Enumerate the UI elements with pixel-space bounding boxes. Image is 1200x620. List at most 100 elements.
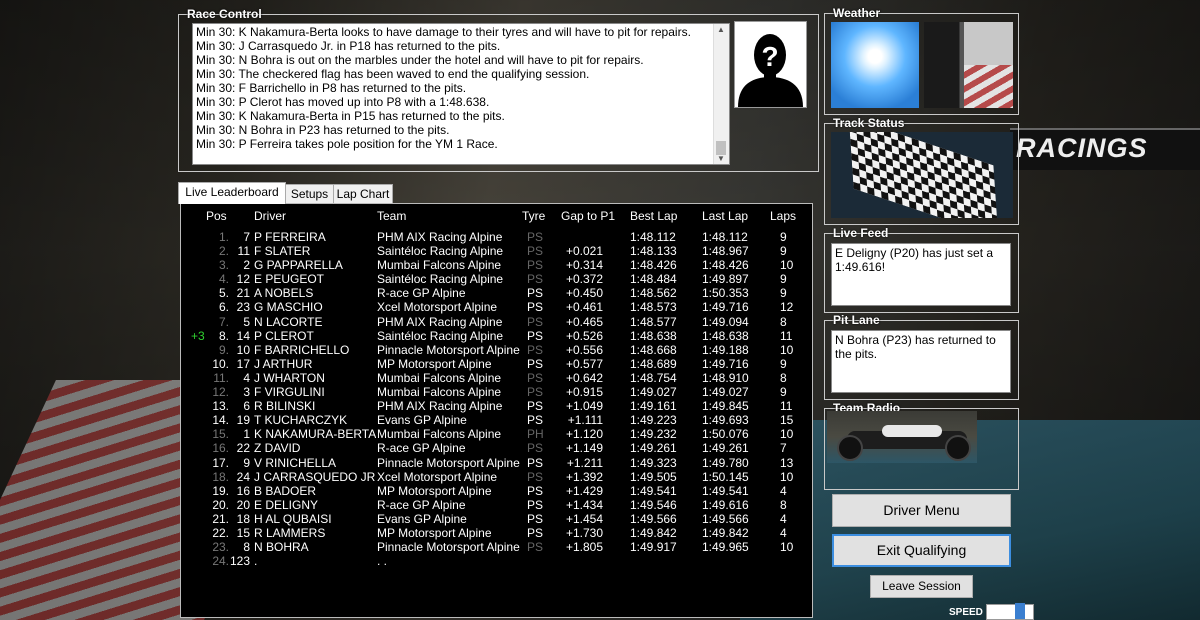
best-lap: 1:49.917 [630, 540, 677, 555]
driver-name: R BILINSKI [254, 399, 316, 414]
table-row[interactable]: 21. 18 H AL QUBAISI Evans GP Alpine PS +1.454… [181, 512, 812, 526]
speed-label: SPEED [949, 607, 983, 618]
lap-count: 10 [780, 427, 794, 442]
table-row[interactable]: 23. 8 N BOHRA Pinnacle Motorsport Alpine PS +… [181, 540, 812, 554]
last-lap: 1:49.845 [702, 399, 749, 414]
table-row[interactable]: 22. 15 R LAMMERS MP Motorsport Alpine PS +1.7… [181, 526, 812, 540]
table-row[interactable]: 7. 5 N LACORTE PHM AIX Racing Alpine PS +0.46… [181, 315, 812, 329]
table-row[interactable]: 12. 3 F VIRGULINI Mumbai Falcons Alpine PS +0… [181, 385, 812, 399]
table-row[interactable]: 9. 10 F BARRICHELLO Pinnacle Motorsport Alp… [181, 343, 812, 357]
car-number: 14 [236, 328, 250, 343]
best-lap: 1:49.505 [630, 469, 677, 484]
table-row[interactable]: 2. 11 F SLATER Saintéloc Racing Alpine PS +0.… [181, 244, 812, 258]
tyre-compound: PS [527, 356, 544, 371]
position: 1. [218, 230, 229, 244]
scroll-up-icon[interactable]: ▲ [717, 25, 725, 34]
team-name: Mumbai Falcons Alpine [377, 370, 502, 385]
pit-lane-text: N Bohra (P23) has returned to the pits. [831, 330, 1011, 393]
gap-to-leader: +0.314 [565, 258, 603, 273]
table-row[interactable]: 1. 7 P FERREIRA PHM AIX Racing Alpine PS 1:48… [181, 230, 812, 244]
track-status-title: Track Status [833, 116, 905, 130]
leave-session-button[interactable]: Leave Session [870, 575, 973, 598]
table-row[interactable]: 18. 24 J CARRASQUEDO JR Xcel Motorsport Alp… [181, 470, 812, 484]
driver-name: F VIRGULINI [254, 385, 325, 400]
driver-name: F SLATER [254, 244, 311, 259]
best-lap: 1:49.546 [630, 497, 677, 512]
table-row[interactable]: 16. 22 Z DAVID R-ace GP Alpine PS +1.149 1:49.… [181, 441, 812, 455]
tab-lap-chart[interactable]: Lap Chart [333, 184, 393, 203]
header-tyre: Tyre [522, 209, 546, 223]
best-lap: 1:48.112 [630, 230, 676, 244]
scrollbar-thumb[interactable] [716, 141, 726, 155]
driver-portrait: ? [734, 21, 807, 108]
tab-live-leaderboard[interactable]: Live Leaderboard [178, 182, 286, 204]
driver-name: K NAKAMURA-BERTA [254, 427, 376, 442]
lap-count: 8 [780, 497, 787, 512]
live-feed-text: E Deligny (P20) has just set a 1:49.616! [831, 243, 1011, 306]
position: 5. [218, 286, 229, 301]
speed-slider-thumb[interactable] [1015, 603, 1025, 619]
lap-count: 8 [780, 314, 787, 329]
driver-name: A NOBELS [254, 286, 314, 301]
position: 21. [212, 511, 229, 526]
weather-title: Weather [833, 6, 881, 20]
gap-to-leader: +0.372 [565, 272, 603, 287]
position: 18. [212, 469, 229, 484]
race-control-message: Min 30: F Barrichello in P8 has returned… [196, 81, 467, 95]
best-lap: 1:48.573 [630, 300, 677, 315]
exit-qualifying-button[interactable]: Exit Qualifying [832, 534, 1011, 567]
team-name: Evans GP Alpine [377, 413, 467, 428]
best-lap: 1:49.161 [630, 399, 677, 414]
table-row[interactable]: 20. 20 E DELIGNY R-ace GP Alpine PS +1.434 1:4… [181, 498, 812, 512]
table-row[interactable]: 5. 21 A NOBELS R-ace GP Alpine PS +0.450 1:48.… [181, 286, 812, 300]
table-row[interactable]: 24. 123. . . [181, 554, 812, 568]
gap-to-leader: +1.120 [565, 427, 603, 442]
last-lap: 1:49.897 [702, 272, 749, 287]
best-lap: 1:48.426 [630, 258, 677, 273]
driver-name: G MASCHIO [254, 300, 323, 315]
table-row[interactable]: 3. 2 G PAPPARELLA Mumbai Falcons Alpine PS +0… [181, 258, 812, 272]
tyre-image [924, 22, 1013, 108]
tyre-compound: PS [527, 286, 544, 301]
tyre-compound: PS [527, 300, 544, 315]
table-row[interactable]: 17. 9 V RINICHELLA Pinnacle Motorsport Alpi… [181, 456, 812, 470]
lap-count: 12 [780, 300, 794, 315]
lap-count: 10 [780, 342, 794, 357]
last-lap: 1:49.716 [702, 300, 749, 315]
gap-to-leader: +1.730 [565, 525, 603, 540]
last-lap: 1:49.541 [702, 483, 749, 498]
best-lap: 1:49.323 [630, 455, 677, 470]
tab-setups[interactable]: Setups [285, 184, 334, 203]
driver-menu-button[interactable]: Driver Menu [832, 494, 1011, 527]
table-row[interactable]: 10. 17 J ARTHUR MP Motorsport Alpine PS +0.57… [181, 357, 812, 371]
position: 14. [212, 413, 229, 428]
speed-slider[interactable] [986, 604, 1034, 620]
checkered-flag-image [831, 132, 1013, 218]
lap-count: 9 [780, 230, 787, 244]
last-lap: 1:48.910 [702, 370, 749, 385]
table-row[interactable]: 11. 4 J WHARTON Mumbai Falcons Alpine PS +0.6… [181, 371, 812, 385]
team-name: R-ace GP Alpine [377, 286, 466, 301]
last-lap: 1:49.842 [702, 525, 749, 540]
car-number: 24 [236, 469, 250, 484]
racing-sign: RACINGS [1010, 128, 1200, 170]
last-lap: 1:48.426 [702, 258, 749, 273]
position: 4. [218, 272, 229, 287]
table-row[interactable]: 19. 16 B BADOER MP Motorsport Alpine PS +1.42… [181, 484, 812, 498]
table-row[interactable]: 6. 23 G MASCHIO Xcel Motorsport Alpine PS +0.… [181, 300, 812, 314]
checkered-flag-icon [848, 132, 999, 218]
gap-to-leader: +1.049 [565, 399, 603, 414]
log-scrollbar[interactable]: ▲ ▼ [713, 24, 729, 164]
table-row[interactable]: 4. 12 E PEUGEOT Saintéloc Racing Alpine PS +0… [181, 272, 812, 286]
table-row[interactable]: +3 8. 14 P CLEROT Saintéloc Racing Alpine PS +… [181, 329, 812, 343]
car-number: 22 [236, 441, 250, 456]
table-row[interactable]: 14. 19 T KUCHARCZYK Evans GP Alpine PS +1.111… [181, 413, 812, 427]
car-number: 1 [243, 427, 250, 442]
scroll-down-icon[interactable]: ▼ [717, 154, 725, 163]
table-row[interactable]: 15. 1 K NAKAMURA-BERTA Mumbai Falcons Alpin… [181, 427, 812, 441]
table-row[interactable]: 13. 6 R BILINSKI PHM AIX Racing Alpine PS +1.… [181, 399, 812, 413]
lap-count: 4 [780, 483, 787, 498]
driver-name: . [254, 554, 258, 569]
race-control-log[interactable]: Min 30: K Nakamura-Berta looks to have d… [192, 23, 730, 165]
header-gap: Gap to P1 [561, 209, 616, 223]
